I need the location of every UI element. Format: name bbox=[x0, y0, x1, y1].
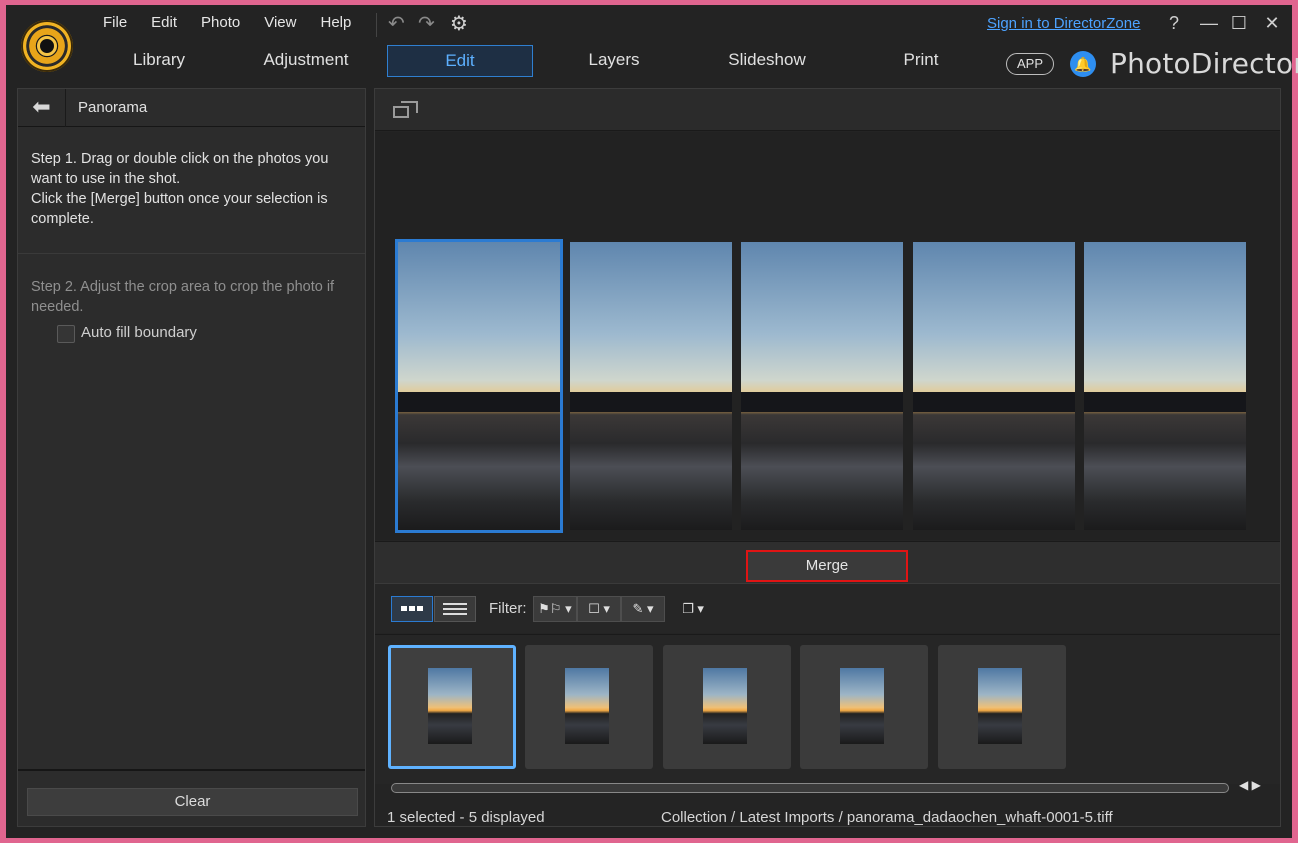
minimize-button[interactable]: — bbox=[1198, 13, 1220, 34]
auto-fill-label[interactable]: Auto fill boundary bbox=[81, 324, 197, 341]
scroll-arrows: ◀ ▶ bbox=[1239, 778, 1261, 792]
brand-name: PhotoDirector bbox=[1110, 47, 1298, 80]
step1-text: Step 1. Drag or double click on the phot… bbox=[31, 151, 329, 227]
main-workspace: Merge Filter: ⚑⚐ ▾ ☐ ▾ ✎ ▾ ❐ ▾ ◀ ▶ 1 sel… bbox=[374, 88, 1281, 827]
edit-filter-icon[interactable]: ✎ ▾ bbox=[621, 596, 665, 622]
step1-instructions: Step 1. Drag or double click on the phot… bbox=[31, 149, 361, 229]
thumbnail-image bbox=[978, 668, 1022, 744]
close-button[interactable]: ✕ bbox=[1261, 13, 1283, 34]
thumbnail-1[interactable] bbox=[388, 645, 516, 769]
filter-label: Filter: bbox=[489, 600, 527, 617]
list-view-icon bbox=[443, 603, 467, 615]
preview-photo-2[interactable] bbox=[570, 242, 732, 530]
thumbnail-image bbox=[840, 668, 884, 744]
module-tabs: Library Adjustment Edit Layers Slideshow… bbox=[86, 45, 986, 77]
thumbnail-view-icon bbox=[401, 606, 423, 611]
preview-photo-3[interactable] bbox=[741, 242, 903, 530]
merge-bar: Merge bbox=[375, 541, 1280, 583]
menu-bar: File Edit Photo View Help bbox=[91, 13, 363, 33]
tab-layers[interactable]: Layers bbox=[541, 45, 687, 77]
tab-adjustment[interactable]: Adjustment bbox=[233, 45, 379, 77]
tab-edit[interactable]: Edit bbox=[387, 45, 533, 77]
fit-view-icon[interactable] bbox=[393, 99, 419, 119]
undo-icon[interactable]: ↶ bbox=[388, 11, 405, 36]
tab-print[interactable]: Print bbox=[848, 45, 994, 77]
thumbnail-2[interactable] bbox=[525, 645, 653, 769]
filmstrip: ◀ ▶ bbox=[375, 634, 1280, 793]
menu-view[interactable]: View bbox=[252, 13, 308, 33]
help-button[interactable]: ? bbox=[1163, 13, 1185, 34]
flag-filter-icon[interactable]: ⚑⚐ ▾ bbox=[533, 596, 577, 622]
selection-status: 1 selected - 5 displayed bbox=[387, 809, 545, 826]
preview-photo-5[interactable] bbox=[1084, 242, 1246, 530]
divider bbox=[18, 253, 365, 254]
menu-photo[interactable]: Photo bbox=[189, 13, 252, 33]
menu-edit[interactable]: Edit bbox=[139, 13, 189, 33]
preview-photo-4[interactable] bbox=[913, 242, 1075, 530]
tab-slideshow[interactable]: Slideshow bbox=[694, 45, 840, 77]
back-arrow-icon[interactable]: ⬅ bbox=[18, 89, 66, 127]
redo-icon[interactable]: ↷ bbox=[418, 11, 435, 36]
app-button[interactable]: APP bbox=[1006, 53, 1054, 75]
photo-preview-area bbox=[375, 132, 1280, 540]
thumbnail-image bbox=[703, 668, 747, 744]
settings-icon[interactable]: ⚙ bbox=[450, 11, 468, 36]
thumbnail-4[interactable] bbox=[800, 645, 928, 769]
preview-photo-1[interactable] bbox=[395, 239, 563, 533]
filmstrip-toolbar: Filter: ⚑⚐ ▾ ☐ ▾ ✎ ▾ ❐ ▾ bbox=[375, 583, 1280, 633]
rating-filter-icon[interactable]: ☐ ▾ bbox=[577, 596, 621, 622]
preview-toolbar bbox=[375, 89, 1280, 131]
divider bbox=[18, 769, 365, 771]
thumbnail-3[interactable] bbox=[663, 645, 791, 769]
collection-path: Collection / Latest Imports / panorama_d… bbox=[661, 809, 1113, 826]
menu-file[interactable]: File bbox=[91, 13, 139, 33]
panel-title: Panorama bbox=[78, 99, 148, 116]
list-view-button[interactable] bbox=[434, 596, 476, 622]
clear-button[interactable]: Clear bbox=[27, 788, 358, 816]
stack-icon[interactable]: ❐ ▾ bbox=[675, 596, 711, 622]
notification-bell-icon[interactable]: 🔔 bbox=[1070, 51, 1096, 77]
merge-button[interactable]: Merge bbox=[746, 550, 908, 582]
maximize-button[interactable]: ☐ bbox=[1228, 13, 1250, 34]
thumbnail-image bbox=[565, 668, 609, 744]
thumbnail-image bbox=[428, 668, 472, 744]
step2-instructions: Step 2. Adjust the crop area to crop the… bbox=[31, 279, 335, 315]
menu-divider bbox=[376, 13, 377, 37]
sign-in-link[interactable]: Sign in to DirectorZone bbox=[987, 15, 1140, 32]
scroll-left-icon[interactable]: ◀ bbox=[1239, 778, 1248, 792]
thumbnail-5[interactable] bbox=[938, 645, 1066, 769]
tab-library[interactable]: Library bbox=[86, 45, 232, 77]
auto-fill-checkbox[interactable] bbox=[57, 325, 75, 343]
app-window: File Edit Photo View Help ↶ ↷ ⚙ Sign in … bbox=[6, 5, 1298, 838]
menu-help[interactable]: Help bbox=[308, 13, 363, 33]
photodirector-logo-icon bbox=[21, 20, 73, 72]
scroll-right-icon[interactable]: ▶ bbox=[1252, 778, 1261, 792]
filmstrip-scrollbar[interactable] bbox=[391, 783, 1229, 793]
panorama-panel: ⬅ Panorama Step 1. Drag or double click … bbox=[17, 88, 366, 827]
thumbnail-view-button[interactable] bbox=[391, 596, 433, 622]
panel-header: ⬅ Panorama bbox=[18, 89, 365, 127]
